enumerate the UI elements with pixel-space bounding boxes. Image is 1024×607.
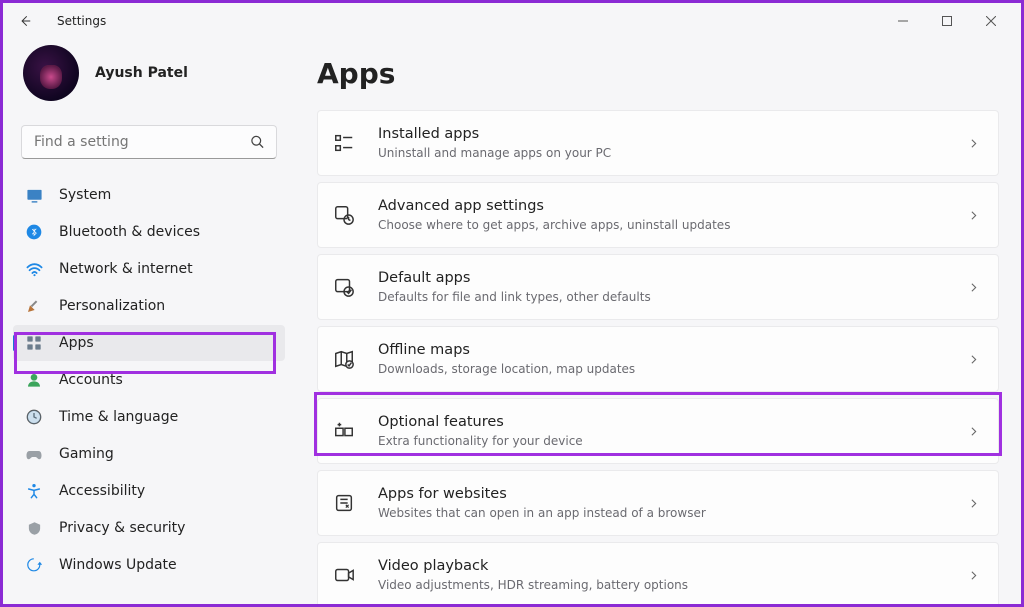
optional-features-icon — [332, 419, 356, 443]
back-button[interactable] — [11, 7, 39, 35]
sidebar-item-label: Time & language — [59, 409, 178, 425]
card-title: Video playback — [378, 557, 967, 576]
chevron-right-icon — [967, 137, 980, 150]
sidebar-item-label: Windows Update — [59, 557, 177, 573]
sidebar-item-label: Apps — [59, 335, 94, 351]
main-panel: Apps Installed apps Uninstall and manage… — [295, 39, 1021, 604]
bluetooth-icon — [25, 223, 43, 241]
card-default-apps[interactable]: Default apps Defaults for file and link … — [317, 254, 999, 320]
close-icon — [986, 16, 996, 26]
sidebar-item-network[interactable]: Network & internet — [13, 251, 285, 287]
window-controls — [881, 6, 1013, 36]
card-desc: Uninstall and manage apps on your PC — [378, 146, 967, 162]
card-desc: Extra functionality for your device — [378, 434, 967, 450]
sidebar-item-accessibility[interactable]: Accessibility — [13, 473, 285, 509]
sidebar-nav: System Bluetooth & devices Network & int… — [3, 173, 295, 588]
card-desc: Choose where to get apps, archive apps, … — [378, 218, 967, 234]
sidebar-item-label: System — [59, 187, 111, 203]
sidebar-item-label: Accessibility — [59, 483, 145, 499]
card-desc: Defaults for file and link types, other … — [378, 290, 967, 306]
search-input[interactable] — [21, 125, 277, 159]
sidebar-item-label: Personalization — [59, 298, 165, 314]
gaming-icon — [25, 445, 43, 463]
chevron-right-icon — [967, 425, 980, 438]
chevron-right-icon — [967, 209, 980, 222]
search-icon — [250, 135, 265, 150]
video-playback-icon — [332, 563, 356, 587]
card-title: Apps for websites — [378, 485, 967, 504]
update-icon — [25, 556, 43, 574]
sidebar-item-label: Accounts — [59, 372, 123, 388]
chevron-right-icon — [967, 281, 980, 294]
card-video-playback[interactable]: Video playback Video adjustments, HDR st… — [317, 542, 999, 604]
chevron-right-icon — [967, 353, 980, 366]
sidebar-item-personalization[interactable]: Personalization — [13, 288, 285, 324]
sidebar-item-label: Privacy & security — [59, 520, 185, 536]
card-desc: Video adjustments, HDR streaming, batter… — [378, 578, 967, 594]
page-title: Apps — [317, 57, 999, 90]
personalization-icon — [25, 297, 43, 315]
settings-card-list: Installed apps Uninstall and manage apps… — [317, 110, 999, 604]
sidebar-item-label: Bluetooth & devices — [59, 224, 200, 240]
offline-maps-icon — [332, 347, 356, 371]
sidebar-item-gaming[interactable]: Gaming — [13, 436, 285, 472]
apps-icon — [25, 334, 43, 352]
close-button[interactable] — [969, 6, 1013, 36]
privacy-icon — [25, 519, 43, 537]
chevron-right-icon — [967, 497, 980, 510]
back-arrow-icon — [18, 14, 32, 28]
apps-websites-icon — [332, 491, 356, 515]
maximize-button[interactable] — [925, 6, 969, 36]
card-advanced-app-settings[interactable]: Advanced app settings Choose where to ge… — [317, 182, 999, 248]
minimize-button[interactable] — [881, 6, 925, 36]
card-apps-for-websites[interactable]: Apps for websites Websites that can open… — [317, 470, 999, 536]
sidebar-item-time[interactable]: Time & language — [13, 399, 285, 435]
card-title: Offline maps — [378, 341, 967, 360]
window-title: Settings — [57, 14, 106, 28]
system-icon — [25, 186, 43, 204]
card-offline-maps[interactable]: Offline maps Downloads, storage location… — [317, 326, 999, 392]
titlebar: Settings — [3, 3, 1021, 39]
card-optional-features[interactable]: Optional features Extra functionality fo… — [317, 398, 999, 464]
card-title: Default apps — [378, 269, 967, 288]
minimize-icon — [898, 16, 908, 26]
time-icon — [25, 408, 43, 426]
card-title: Advanced app settings — [378, 197, 967, 216]
maximize-icon — [942, 16, 952, 26]
card-title: Installed apps — [378, 125, 967, 144]
card-title: Optional features — [378, 413, 967, 432]
card-desc: Websites that can open in an app instead… — [378, 506, 967, 522]
chevron-right-icon — [967, 569, 980, 582]
sidebar-item-bluetooth[interactable]: Bluetooth & devices — [13, 214, 285, 250]
accessibility-icon — [25, 482, 43, 500]
sidebar-item-privacy[interactable]: Privacy & security — [13, 510, 285, 546]
sidebar-item-label: Network & internet — [59, 261, 193, 277]
profile-name: Ayush Patel — [95, 65, 188, 81]
sidebar-item-update[interactable]: Windows Update — [13, 547, 285, 583]
wifi-icon — [25, 260, 43, 278]
sidebar-item-label: Gaming — [59, 446, 114, 462]
default-apps-icon — [332, 275, 356, 299]
search-wrap — [21, 125, 277, 159]
sidebar: Ayush Patel System Bluetooth & devices N… — [3, 39, 295, 604]
card-desc: Downloads, storage location, map updates — [378, 362, 967, 378]
avatar — [23, 45, 79, 101]
card-installed-apps[interactable]: Installed apps Uninstall and manage apps… — [317, 110, 999, 176]
sidebar-item-system[interactable]: System — [13, 177, 285, 213]
advanced-settings-icon — [332, 203, 356, 227]
installed-apps-icon — [332, 131, 356, 155]
sidebar-item-apps[interactable]: Apps — [13, 325, 285, 361]
accounts-icon — [25, 371, 43, 389]
sidebar-item-accounts[interactable]: Accounts — [13, 362, 285, 398]
profile-section[interactable]: Ayush Patel — [3, 45, 295, 125]
